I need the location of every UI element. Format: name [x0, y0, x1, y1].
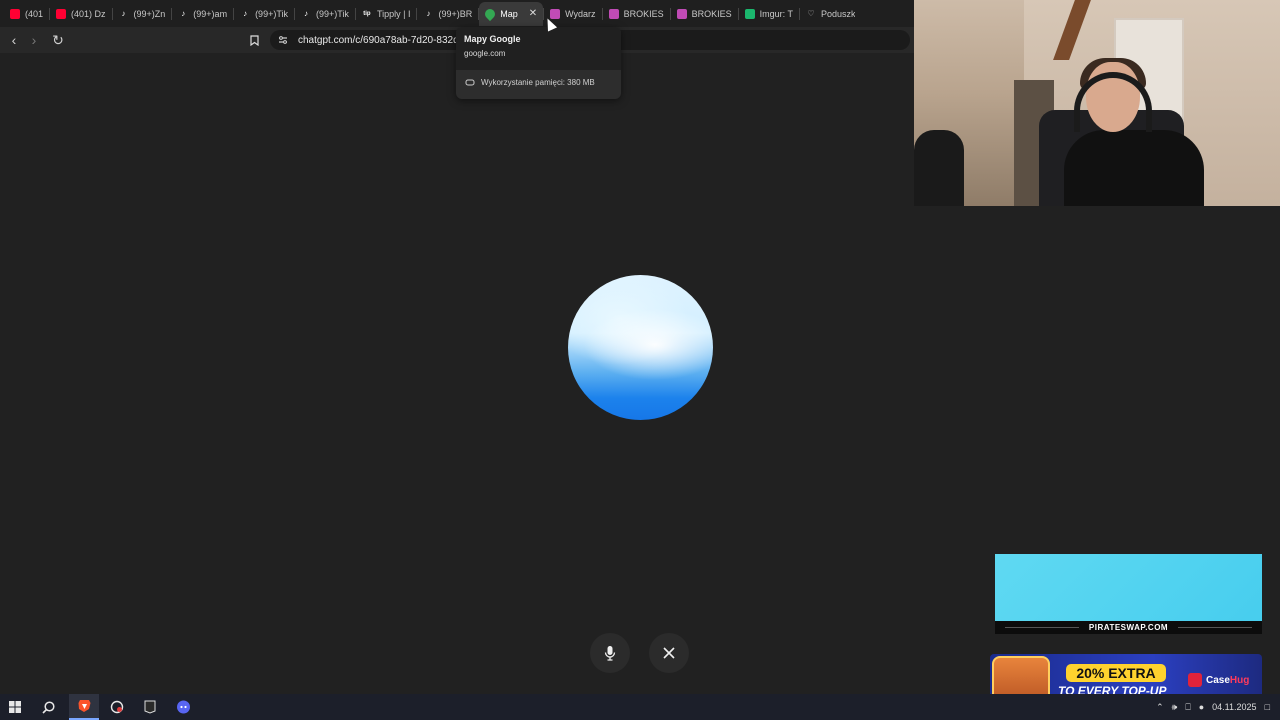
tooltip-memory-text: Wykorzystanie pamięci: 380 MB — [481, 78, 595, 87]
casehug-offer: 20% EXTRA — [1066, 664, 1166, 682]
tab-label: (99+)Zn — [133, 8, 166, 19]
taskbar-app[interactable] — [102, 694, 132, 720]
volume-icon[interactable]: 🕪 — [1172, 702, 1178, 713]
pirateswap-label: PIRATESWAP.COM — [1088, 623, 1169, 632]
notification-icon[interactable]: □ — [1265, 702, 1270, 712]
browser-tab[interactable]: BROKIES — [603, 2, 670, 26]
tray-chevron-icon[interactable]: ⌃ — [1156, 702, 1164, 713]
tab-label: Poduszk — [820, 8, 856, 19]
tab-label: (401 — [25, 8, 44, 19]
tooltip-memory: Wykorzystanie pamięci: 380 MB — [456, 70, 621, 95]
discord-icon — [176, 700, 190, 714]
tab-label: Tipply | I — [376, 8, 411, 19]
tipply-icon: tip — [363, 10, 371, 17]
tooltip-url: google.com — [464, 49, 506, 58]
close-icon — [663, 647, 675, 659]
site-settings-icon — [279, 36, 287, 44]
browser-tab[interactable]: (401) Dz — [50, 2, 112, 26]
browser-tab[interactable]: Imgur: T — [739, 2, 799, 26]
bookmark-icon — [249, 34, 259, 46]
webcam-overlay — [914, 0, 1280, 206]
browser-tab[interactable]: ♪ (99+)Tik — [234, 2, 294, 26]
google-maps-icon — [483, 6, 498, 21]
browser-tab[interactable]: ♡ Poduszk — [800, 2, 862, 26]
browser-tab[interactable]: BROKIES — [671, 2, 738, 26]
taskbar-brave[interactable] — [69, 694, 99, 720]
epic-games-icon — [144, 700, 156, 714]
search-icon — [41, 700, 55, 714]
voice-orb — [568, 275, 713, 420]
start-button[interactable] — [0, 694, 30, 720]
tab-label: (99+)Tik — [316, 8, 349, 19]
network-icon[interactable]: ⎕ — [1185, 702, 1190, 713]
casehug-logo-icon — [1188, 673, 1202, 687]
windows-icon — [9, 701, 21, 713]
tiktok-icon: ♪ — [121, 9, 126, 18]
casehug-brand-a: Case — [1206, 674, 1230, 686]
app-circle-icon — [110, 700, 124, 714]
back-button[interactable]: ‹ — [4, 30, 24, 50]
browser-tab[interactable]: (401 — [4, 2, 49, 26]
close-voice-button[interactable] — [649, 633, 689, 673]
tiktok-icon: ♪ — [426, 9, 431, 18]
tab-label: BROKIES — [691, 8, 732, 19]
tiktok-icon: ♪ — [243, 9, 248, 18]
imgur-icon — [744, 8, 755, 19]
browser-tab[interactable]: ♪ (99+)am — [172, 2, 233, 26]
browser-tab[interactable]: ♪ (99+)Tik — [295, 2, 355, 26]
pirateswap-ad: PIRATESWAP.COM — [995, 554, 1262, 634]
tab-label: (99+)Tik — [255, 8, 288, 19]
microphone-button[interactable] — [590, 633, 630, 673]
taskbar-discord[interactable] — [168, 694, 198, 720]
tab-label: Imgur: T — [759, 8, 793, 19]
tiktok-icon: ♪ — [304, 9, 308, 18]
browser-tab[interactable]: Map ✕ — [479, 1, 544, 26]
system-tray: ⌃ 🕪 ⎕ ● 04.11.2025 □ — [1156, 694, 1280, 720]
reload-button[interactable]: ↻ — [48, 30, 68, 50]
casehug-brand: Case Hug — [1188, 673, 1249, 687]
browser-tab[interactable]: tip Tipply | I — [356, 2, 417, 26]
search-button[interactable] — [33, 694, 63, 720]
tab-label: (401) Dz — [71, 8, 106, 19]
brokies-icon — [608, 8, 619, 19]
memory-icon — [465, 79, 475, 86]
bookmark-button[interactable] — [244, 30, 264, 50]
tab-label: BROKIES — [623, 8, 664, 19]
microphone-icon — [604, 646, 616, 661]
tab-label: (99+)am — [193, 8, 228, 19]
tiktok-icon: ♪ — [181, 9, 186, 18]
youtube-icon — [56, 8, 67, 19]
browser-tab[interactable]: ♪ (99+)BR — [417, 2, 478, 26]
tab-label: (99+)BR — [438, 8, 473, 19]
forward-button[interactable]: › — [24, 30, 44, 50]
tab-label: Wydarz — [565, 8, 596, 19]
youtube-icon — [10, 8, 20, 19]
close-tab-icon[interactable]: ✕ — [529, 8, 537, 19]
taskbar: ⌃ 🕪 ⎕ ● 04.11.2025 □ — [0, 694, 1280, 720]
chevron-right-icon: › — [31, 32, 37, 48]
browser-tab[interactable]: ♪ (99+)Zn — [113, 2, 172, 26]
tab-hover-card: Mapy Google google.com Wykorzystanie pam… — [456, 27, 621, 99]
tab-label: Map — [500, 8, 518, 19]
brokies-icon — [676, 8, 687, 19]
taskbar-epic-games[interactable] — [135, 694, 165, 720]
chevron-left-icon: ‹ — [11, 32, 17, 48]
mic-tray-icon[interactable]: ● — [1199, 702, 1204, 712]
tooltip-title: Mapy Google — [464, 34, 521, 44]
screen: (401 (401) Dz ♪ (99+)Zn ♪ (99+)am ♪ (99+)Tik ♪ (9… — [0, 0, 1280, 720]
brave-icon — [78, 700, 90, 712]
casehug-brand-b: Hug — [1229, 674, 1250, 686]
reload-icon: ↻ — [52, 31, 64, 48]
clock-date[interactable]: 04.11.2025 — [1212, 702, 1256, 712]
heart-icon: ♡ — [807, 9, 815, 18]
address-text: chatgpt.com/c/690a78ab-7d20-832d-9 — [298, 34, 468, 46]
tab-strip: (401 (401) Dz ♪ (99+)Zn ♪ (99+)am ♪ (99+)Tik ♪ (9… — [0, 0, 914, 27]
